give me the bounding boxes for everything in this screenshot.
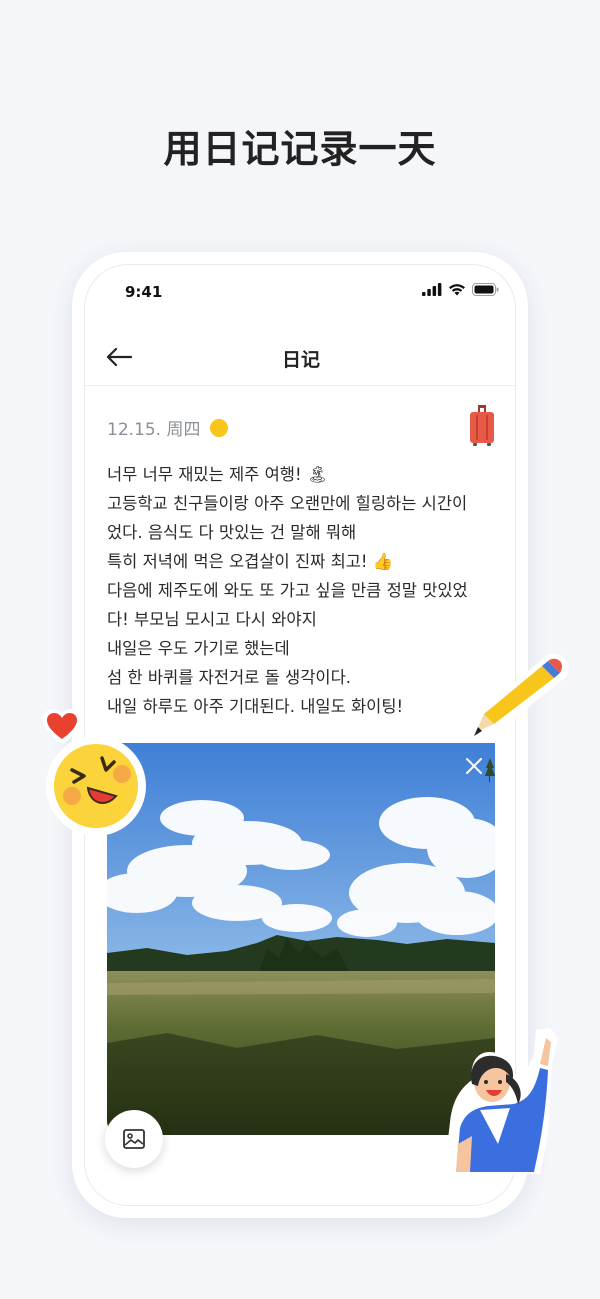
add-photo-button[interactable] [105,1110,163,1168]
diary-line: 내일은 우도 가기로 했는데 [107,639,290,658]
suitcase-icon[interactable] [469,405,495,451]
pencil-sticker [468,653,569,738]
diary-line: 내일 하루도 아주 기대된다. 내일도 화이팅! [107,697,404,716]
diary-text[interactable]: 너무 너무 재밌는 제주 여행! 🏝 고등학교 친구들이랑 아주 오랜만에 힐링… [107,460,507,721]
wifi-icon [449,284,465,296]
entry-date-row: 12.15. 周四 [107,415,229,440]
tree-decoration [485,758,495,782]
battery-icon [472,283,499,296]
diary-line: 고등학교 친구들이랑 아주 오랜만에 힐링하는 시간이 [107,494,468,513]
close-icon[interactable] [463,755,485,777]
diary-line: 너무 너무 재밌는 제주 여행! 🏝 [107,465,328,484]
diary-line: 다! 부모님 모시고 다시 와야지 [107,610,317,629]
signal-icon [422,283,442,296]
status-time: 9:41 [125,283,163,301]
diary-line: 섬 한 바퀴를 자전거로 돌 생각이다. [107,668,351,687]
mood-indicator[interactable] [210,418,229,437]
page-headline: 用日记记录一天 [163,127,437,171]
diary-line: 었다. 음식도 다 맛있는 건 말해 뭐해 [107,523,357,542]
cheering-woman-sticker [444,1028,558,1174]
entry-date: 12.15. 周四 [107,420,201,440]
diary-line: 다음에 제주도에 와도 또 가고 싶을 만큼 정말 맛있었 [107,581,468,600]
status-icons [422,283,499,296]
nav-bar: 日记 [85,329,515,386]
image-icon [123,1129,145,1149]
diary-line: 특히 저녁에 먹은 오겹살이 진짜 최고! 👍 [107,552,394,571]
page-title: 日记 [281,349,320,371]
laughing-face-sticker [46,736,146,836]
